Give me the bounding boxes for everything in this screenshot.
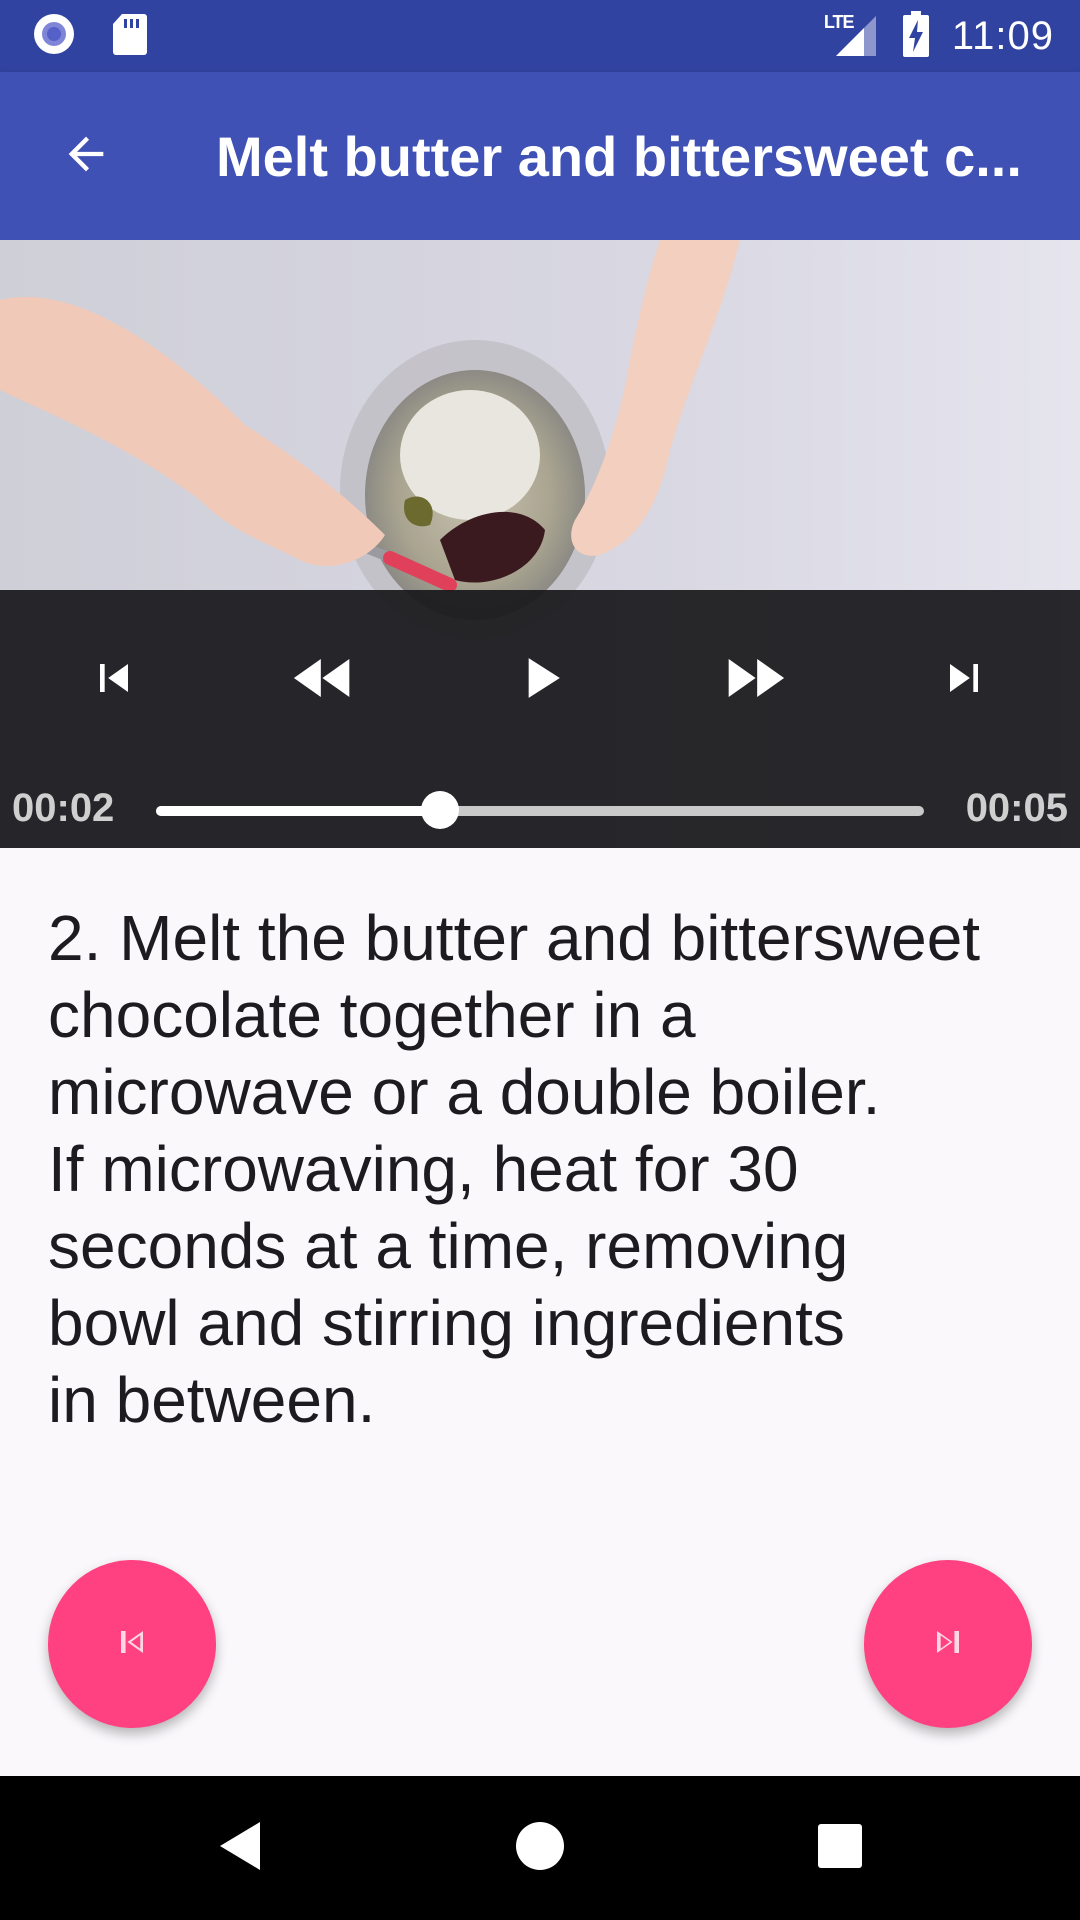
seek-bar[interactable] (156, 791, 924, 829)
navigation-bar (0, 1776, 1080, 1920)
status-bar: LTE 11:09 (0, 0, 1080, 72)
play-button[interactable] (490, 630, 590, 730)
network-type-label: LTE (823, 12, 855, 32)
next-step-button[interactable] (864, 1560, 1032, 1728)
screen: LTE 11:09 Melt butter and bittersweet c.… (0, 0, 1080, 1920)
nav-back-button[interactable] (190, 1798, 290, 1898)
nav-home-button[interactable] (490, 1798, 590, 1898)
status-left-icons (32, 12, 148, 61)
play-icon (506, 644, 574, 717)
previous-step-button[interactable] (48, 1560, 216, 1728)
current-time: 00:02 (12, 786, 115, 830)
duration-time: 00:05 (965, 786, 1068, 830)
nav-back-icon (214, 1818, 266, 1879)
rewind-icon (286, 640, 362, 721)
skip-next-icon (936, 650, 992, 711)
skip-previous-button[interactable] (64, 630, 164, 730)
video-player[interactable]: 00:02 00:05 (0, 240, 1080, 848)
battery-charging-icon (902, 10, 930, 63)
rewind-button[interactable] (274, 630, 374, 730)
status-time: 11:09 (951, 13, 1054, 58)
skip-next-button[interactable] (914, 630, 1014, 730)
arrow-back-icon (60, 128, 112, 185)
nav-recents-button[interactable] (790, 1798, 890, 1898)
lte-signal-icon: LTE (824, 12, 880, 60)
sd-card-icon (112, 12, 148, 61)
skip-next-icon (926, 1620, 970, 1669)
circle-notification-icon (32, 12, 76, 61)
nav-recents-icon (817, 1823, 863, 1874)
fast-forward-icon (716, 640, 792, 721)
skip-previous-icon (86, 650, 142, 711)
page-title: Melt butter and bittersweet c... (216, 125, 1022, 188)
status-right-icons: LTE 11:09 (824, 10, 1054, 62)
step-description: 2. Melt the butter and bittersweet choco… (48, 902, 981, 1436)
skip-previous-icon (110, 1620, 154, 1669)
fast-forward-button[interactable] (704, 630, 804, 730)
seek-bar-progress (156, 806, 441, 816)
app-bar: Melt butter and bittersweet c... (0, 72, 1080, 240)
seek-bar-thumb[interactable] (421, 791, 460, 829)
nav-home-icon (514, 1820, 566, 1877)
back-button[interactable] (46, 116, 126, 196)
